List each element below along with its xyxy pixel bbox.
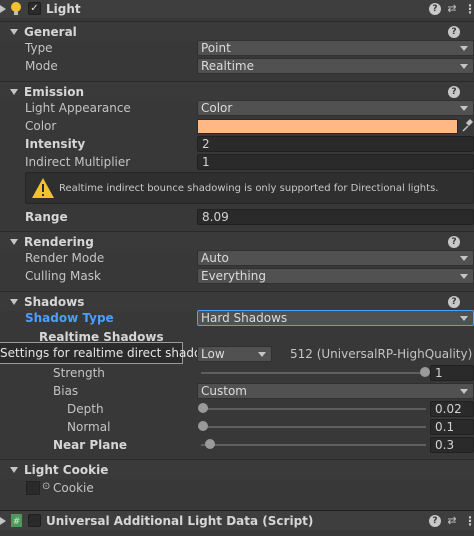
color-swatch[interactable]	[197, 119, 458, 134]
help-icon[interactable]: ?	[448, 86, 460, 98]
shadow-resolution-info: 512 (UniversalRP-HighQuality)	[290, 347, 473, 361]
component-title: Light	[46, 2, 81, 16]
tooltip-text: Settings for realtime direct shadows.	[0, 346, 222, 360]
mode-dropdown[interactable]: Realtime	[197, 58, 474, 74]
range-label: Range	[25, 210, 68, 224]
script-file-icon: #	[11, 514, 22, 527]
presets-icon[interactable]: ⇄	[446, 515, 458, 527]
shadow-type-label: Shadow Type	[25, 311, 114, 325]
normal-slider-track[interactable]	[201, 426, 426, 428]
additional-light-data-header[interactable]: # Universal Additional Light Data (Scrip…	[0, 510, 474, 530]
bias-dropdown[interactable]: Custom	[197, 383, 474, 399]
more-options-icon[interactable]: ⋮	[464, 515, 474, 527]
tooltip: Settings for realtime direct shadows.	[0, 342, 221, 364]
culling-mask-label: Culling Mask	[25, 269, 101, 283]
normal-field[interactable]: 0.1	[430, 419, 474, 435]
depth-field[interactable]: 0.02	[430, 401, 474, 417]
chevron-down-icon	[258, 352, 266, 357]
strength-slider-knob[interactable]	[420, 367, 430, 377]
eyedropper-icon[interactable]	[461, 119, 473, 133]
depth-slider-track[interactable]	[201, 408, 426, 410]
help-icon[interactable]: ?	[429, 515, 441, 527]
rendering-section-header[interactable]: Rendering ?	[0, 231, 474, 251]
shadow-type-dropdown[interactable]: Hard Shadows	[197, 310, 474, 326]
cookie-texture-slot[interactable]	[26, 481, 40, 495]
intensity-label: Intensity	[25, 137, 86, 151]
foldout-arrow-icon[interactable]	[0, 517, 6, 525]
help-icon[interactable]: ?	[448, 236, 460, 248]
foldout-arrow-icon[interactable]	[10, 89, 18, 95]
object-picker-icon[interactable]: ⊙	[42, 479, 50, 495]
section-title: Rendering	[24, 235, 94, 249]
normal-slider-knob[interactable]	[198, 421, 208, 431]
chevron-down-icon	[460, 64, 468, 69]
foldout-arrow-icon[interactable]	[10, 29, 18, 35]
strength-label: Strength	[53, 366, 105, 380]
chevron-down-icon	[460, 316, 468, 321]
chevron-down-icon	[460, 389, 468, 394]
more-options-icon[interactable]: ⋮	[464, 3, 474, 15]
presets-icon[interactable]: ⇄	[446, 3, 458, 15]
help-icon[interactable]: ?	[448, 26, 460, 38]
warning-box: Realtime indirect bounce shadowing is on…	[25, 172, 474, 204]
near-plane-label: Near Plane	[53, 438, 128, 452]
normal-label: Normal	[67, 420, 111, 434]
section-title: Shadows	[24, 295, 85, 309]
near-plane-field[interactable]: 0.3	[430, 437, 474, 453]
enabled-checkbox[interactable]: ✓	[28, 2, 41, 15]
general-section-header[interactable]: General ?	[0, 21, 474, 41]
warning-icon	[32, 178, 54, 198]
color-label: Color	[25, 119, 57, 133]
section-title: Emission	[24, 85, 84, 99]
near-plane-slider-knob[interactable]	[204, 439, 215, 449]
intensity-field[interactable]: 2	[197, 136, 474, 152]
lightbulb-icon	[11, 2, 21, 15]
chevron-down-icon	[460, 256, 468, 261]
range-field[interactable]: 8.09	[197, 209, 474, 225]
help-icon[interactable]: ?	[429, 3, 441, 15]
culling-mask-dropdown[interactable]: Everything	[197, 268, 474, 284]
section-title: Light Cookie	[24, 463, 109, 477]
foldout-arrow-icon[interactable]	[10, 299, 18, 305]
strength-field[interactable]: 1	[430, 365, 474, 381]
foldout-arrow-icon[interactable]	[0, 5, 6, 13]
depth-label: Depth	[67, 402, 104, 416]
help-icon[interactable]: ?	[448, 296, 460, 308]
chevron-down-icon	[460, 274, 468, 279]
strength-slider-track[interactable]	[201, 372, 426, 374]
component-title: Universal Additional Light Data (Script)	[46, 514, 314, 528]
warning-text: Realtime indirect bounce shadowing is on…	[59, 183, 439, 194]
emission-section-header[interactable]: Emission ?	[0, 81, 474, 101]
type-label: Type	[25, 41, 53, 55]
enabled-checkbox[interactable]	[28, 514, 41, 527]
render-mode-label: Render Mode	[25, 251, 105, 265]
chevron-down-icon	[460, 46, 468, 51]
light-appearance-label: Light Appearance	[25, 101, 131, 115]
light-component-header[interactable]: ✓ Light ? ⇄ ⋮	[0, 0, 474, 18]
shadows-section-header[interactable]: Shadows ?	[0, 291, 474, 311]
indirect-multiplier-field[interactable]: 1	[197, 154, 474, 170]
section-title: General	[24, 25, 77, 39]
type-dropdown[interactable]: Point	[197, 40, 474, 56]
light-cookie-section-header[interactable]: Light Cookie	[0, 459, 474, 479]
mode-label: Mode	[25, 59, 58, 73]
bias-label: Bias	[53, 384, 79, 398]
render-mode-dropdown[interactable]: Auto	[197, 250, 474, 266]
foldout-arrow-icon[interactable]	[10, 239, 18, 245]
near-plane-slider-track[interactable]	[201, 444, 426, 446]
indirect-multiplier-label: Indirect Multiplier	[25, 155, 131, 169]
svg-text:#: #	[13, 517, 21, 527]
chevron-down-icon	[460, 106, 468, 111]
shadow-resolution-dropdown[interactable]: Low	[197, 346, 272, 362]
light-appearance-dropdown[interactable]: Color	[197, 100, 474, 116]
depth-slider-knob[interactable]	[198, 403, 208, 413]
foldout-arrow-icon[interactable]	[10, 467, 18, 473]
cookie-label: Cookie	[53, 481, 94, 495]
